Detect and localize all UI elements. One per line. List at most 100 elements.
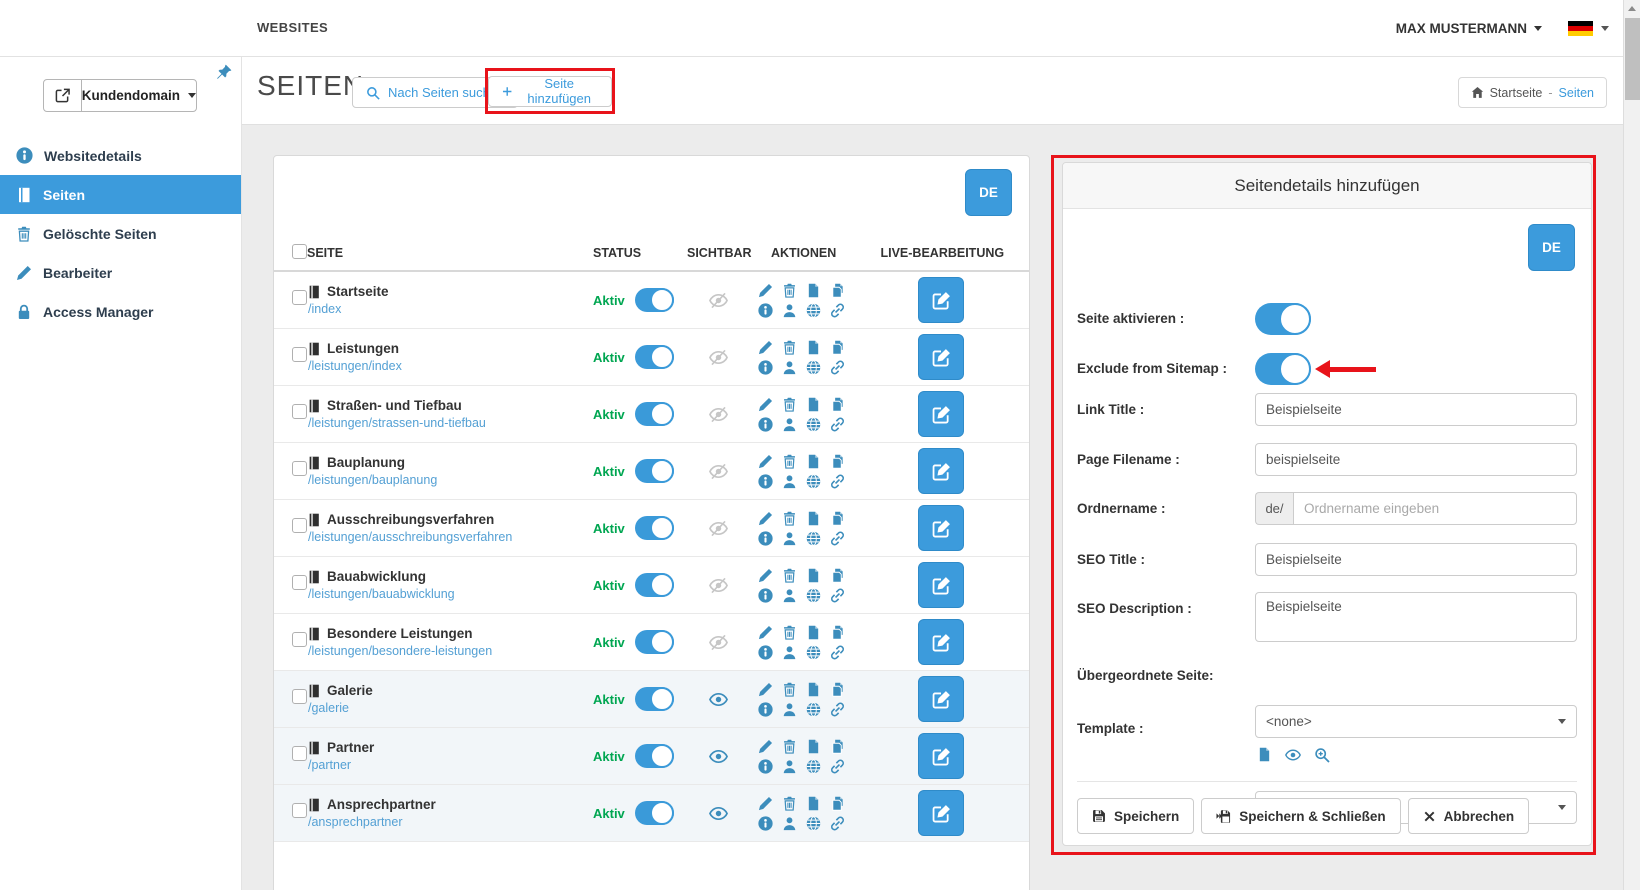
status-toggle[interactable] — [635, 630, 674, 654]
duplicate-copy-icon[interactable] — [830, 625, 845, 640]
user-icon[interactable] — [782, 645, 797, 660]
duplicate-copy-icon[interactable] — [830, 283, 845, 298]
user-icon[interactable] — [782, 303, 797, 318]
info-icon[interactable] — [758, 474, 773, 489]
page-path-link[interactable]: /leistungen/bauabwicklung — [308, 587, 579, 601]
save-close-button[interactable]: Speichern & Schließen — [1201, 798, 1400, 834]
link-icon[interactable] — [830, 759, 845, 774]
live-edit-button[interactable] — [918, 790, 964, 836]
info-icon[interactable] — [758, 645, 773, 660]
user-icon[interactable] — [782, 360, 797, 375]
page-path-link[interactable]: /index — [308, 302, 579, 316]
copy-file-icon[interactable] — [806, 796, 821, 811]
delete-trash-icon[interactable] — [782, 454, 797, 469]
row-checkbox[interactable] — [292, 347, 307, 362]
delete-trash-icon[interactable] — [782, 739, 797, 754]
breadcrumb-home[interactable]: Startseite — [1490, 86, 1543, 100]
globe-icon[interactable] — [806, 702, 821, 717]
user-icon[interactable] — [782, 816, 797, 831]
duplicate-copy-icon[interactable] — [830, 340, 845, 355]
live-edit-button[interactable] — [918, 391, 964, 437]
edit-pencil-icon[interactable] — [758, 340, 773, 355]
sidebar-item-websitedetails[interactable]: Websitedetails — [0, 136, 241, 175]
status-toggle[interactable] — [635, 744, 674, 768]
row-checkbox[interactable] — [292, 290, 307, 305]
globe-icon[interactable] — [806, 816, 821, 831]
edit-pencil-icon[interactable] — [758, 625, 773, 640]
link-icon[interactable] — [830, 303, 845, 318]
delete-trash-icon[interactable] — [782, 682, 797, 697]
add-page-button[interactable]: Seite hinzufügen — [488, 76, 612, 107]
link-icon[interactable] — [830, 417, 845, 432]
parent-page-select[interactable]: <none> — [1255, 705, 1577, 738]
sidebar-item-geloeschte-seiten[interactable]: Gelöschte Seiten — [0, 214, 241, 253]
sidebar-item-seiten[interactable]: Seiten — [0, 175, 241, 214]
info-icon[interactable] — [758, 531, 773, 546]
edit-pencil-icon[interactable] — [758, 283, 773, 298]
info-icon[interactable] — [758, 303, 773, 318]
globe-icon[interactable] — [806, 360, 821, 375]
edit-pencil-icon[interactable] — [758, 739, 773, 754]
duplicate-copy-icon[interactable] — [830, 568, 845, 583]
scroll-up-arrow-icon[interactable] — [1624, 0, 1640, 16]
panel-language-button[interactable]: DE — [1528, 224, 1575, 271]
duplicate-copy-icon[interactable] — [830, 397, 845, 412]
row-checkbox[interactable] — [292, 632, 307, 647]
exclude-sitemap-toggle[interactable] — [1255, 353, 1311, 385]
status-toggle[interactable] — [635, 573, 674, 597]
page-path-link[interactable]: /leistungen/bauplanung — [308, 473, 579, 487]
hidden-eye-slash-icon[interactable] — [709, 633, 728, 652]
edit-pencil-icon[interactable] — [758, 568, 773, 583]
live-edit-button[interactable] — [918, 277, 964, 323]
hidden-eye-slash-icon[interactable] — [709, 291, 728, 310]
hidden-eye-slash-icon[interactable] — [709, 576, 728, 595]
user-icon[interactable] — [782, 702, 797, 717]
row-checkbox[interactable] — [292, 518, 307, 533]
select-all-checkbox[interactable] — [292, 244, 307, 259]
live-edit-button[interactable] — [918, 505, 964, 551]
domain-switcher[interactable]: Kundendomain — [43, 79, 197, 112]
edit-pencil-icon[interactable] — [758, 454, 773, 469]
page-path-link[interactable]: /leistungen/index — [308, 359, 579, 373]
info-icon[interactable] — [758, 360, 773, 375]
seo-title-input[interactable] — [1255, 543, 1577, 576]
link-icon[interactable] — [830, 702, 845, 717]
duplicate-copy-icon[interactable] — [830, 796, 845, 811]
delete-trash-icon[interactable] — [782, 568, 797, 583]
delete-trash-icon[interactable] — [782, 796, 797, 811]
ordnername-input[interactable] — [1293, 492, 1577, 525]
copy-file-icon[interactable] — [806, 739, 821, 754]
page-path-link[interactable]: /galerie — [308, 701, 579, 715]
row-checkbox[interactable] — [292, 689, 307, 704]
live-edit-button[interactable] — [918, 733, 964, 779]
info-icon[interactable] — [758, 702, 773, 717]
delete-trash-icon[interactable] — [782, 625, 797, 640]
user-icon[interactable] — [782, 417, 797, 432]
link-title-input[interactable] — [1255, 393, 1577, 426]
file-icon[interactable] — [1257, 747, 1272, 762]
link-icon[interactable] — [830, 531, 845, 546]
user-icon[interactable] — [782, 474, 797, 489]
live-edit-button[interactable] — [918, 562, 964, 608]
cancel-button[interactable]: Abbrechen — [1408, 798, 1530, 834]
row-checkbox[interactable] — [292, 404, 307, 419]
user-icon[interactable] — [782, 531, 797, 546]
live-edit-button[interactable] — [918, 334, 964, 380]
hidden-eye-slash-icon[interactable] — [709, 405, 728, 424]
user-menu[interactable]: MAX MUSTERMANN — [1396, 21, 1542, 36]
link-icon[interactable] — [830, 816, 845, 831]
external-link-icon[interactable] — [44, 80, 82, 111]
edit-pencil-icon[interactable] — [758, 511, 773, 526]
edit-pencil-icon[interactable] — [758, 682, 773, 697]
globe-icon[interactable] — [806, 303, 821, 318]
hidden-eye-slash-icon[interactable] — [709, 348, 728, 367]
status-toggle[interactable] — [635, 516, 674, 540]
info-icon[interactable] — [758, 588, 773, 603]
copy-file-icon[interactable] — [806, 625, 821, 640]
table-language-button[interactable]: DE — [965, 169, 1012, 216]
copy-file-icon[interactable] — [806, 454, 821, 469]
edit-pencil-icon[interactable] — [758, 796, 773, 811]
activate-page-toggle[interactable] — [1255, 303, 1311, 335]
copy-file-icon[interactable] — [806, 397, 821, 412]
visible-eye-icon[interactable] — [709, 690, 728, 709]
